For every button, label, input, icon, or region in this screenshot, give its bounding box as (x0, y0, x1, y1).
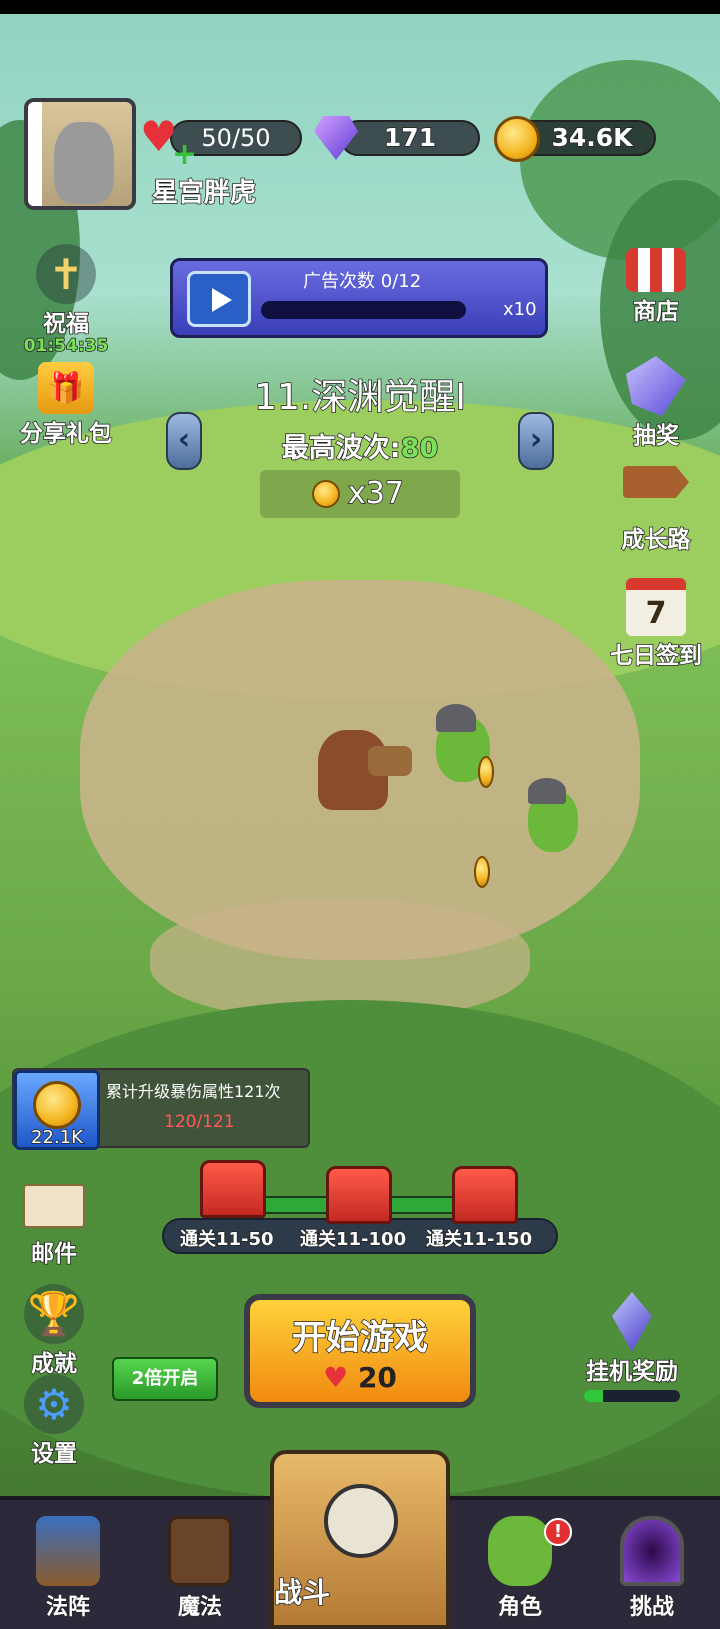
lottery-label: 抽奖 (632, 422, 680, 450)
settings-label: 设置 (30, 1440, 78, 1468)
mail-label: 邮件 (30, 1240, 78, 1268)
achievement-button[interactable]: 🏆 成就 (10, 1284, 98, 1378)
signpost-icon (623, 466, 689, 498)
best-wave: 最高波次:80 (240, 426, 480, 465)
nav-label: 法阵 (45, 1594, 91, 1621)
double-speed-button[interactable]: 2倍开启 (112, 1357, 218, 1401)
level-reward-amount: x37 (347, 475, 404, 512)
next-level-button[interactable]: › (518, 412, 554, 470)
best-wave-label: 最高波次: (281, 432, 401, 465)
crystal-icon (612, 1292, 652, 1352)
start-game-label: 开始游戏 (291, 1317, 429, 1359)
mail-icon (23, 1184, 85, 1228)
settings-button[interactable]: ⚙ 设置 (10, 1374, 98, 1468)
idle-reward-progress (584, 1390, 680, 1402)
cross-icon: ✝ (36, 244, 96, 304)
idle-reward-button[interactable]: 挂机奖励 (572, 1292, 692, 1402)
nav-label: 战斗 (273, 1575, 331, 1610)
gift-icon: 🎁 (38, 362, 94, 414)
mail-button[interactable]: 邮件 (10, 1184, 98, 1268)
portal-icon (620, 1516, 684, 1586)
quest-reward-icon: 22.1K (14, 1070, 100, 1150)
nav-challenge[interactable]: 挑战 (592, 1500, 712, 1629)
blessing-button[interactable]: ✝ 祝福 01:54:35 (22, 244, 110, 357)
spellbook-icon (168, 1516, 232, 1586)
hammer-icon (368, 746, 412, 776)
add-energy-button[interactable]: + (172, 140, 197, 170)
skull-icon (324, 1484, 398, 1558)
coin-drop (474, 856, 490, 888)
achievement-label: 成就 (30, 1350, 78, 1378)
quest-description: 累计升级暴伤属性121次 (106, 1082, 281, 1101)
quest-panel[interactable]: 22.1K 累计升级暴伤属性121次 120/121 (12, 1068, 310, 1150)
nav-label: 挑战 (629, 1594, 675, 1621)
quest-reward-amount: 22.1K (30, 1126, 83, 1149)
start-cost: 20 (357, 1361, 397, 1394)
tower-icon (36, 1516, 100, 1586)
nav-magic[interactable]: 魔法 (140, 1500, 260, 1629)
ad-multiplier: x10 (503, 299, 537, 320)
gem-display: 171 (340, 120, 480, 156)
coin-icon (494, 116, 540, 162)
quest-progress: 120/121 (164, 1112, 235, 1132)
shop-icon (626, 248, 686, 292)
chest-label: 通关11-150 (425, 1228, 533, 1251)
growth-road-label: 成长路 (621, 526, 692, 554)
level-reward: x37 (260, 470, 460, 518)
helmet-icon (436, 704, 476, 732)
share-gift-label: 分享礼包 (19, 420, 113, 448)
cat-portrait (54, 122, 114, 204)
player-avatar[interactable] (24, 98, 136, 210)
seven-day-signin-button[interactable]: 7 七日签到 (596, 578, 716, 670)
shop-button[interactable]: 商店 (612, 248, 700, 326)
share-gift-button[interactable]: 🎁 分享礼包 (10, 362, 122, 448)
gear-icon: ⚙ (24, 1374, 84, 1434)
ad-count-label: 广告次数 0/12 (303, 271, 422, 292)
idle-reward-label: 挂机奖励 (585, 1358, 679, 1386)
lottery-button[interactable]: 抽奖 (612, 356, 700, 450)
nav-battle[interactable]: 战斗 (270, 1450, 450, 1629)
coin-icon (312, 480, 340, 508)
heart-icon: ♥ (323, 1361, 349, 1394)
chest-icon[interactable] (452, 1166, 518, 1224)
chest-icon[interactable] (326, 1166, 392, 1224)
ad-progress-bar (261, 301, 466, 319)
play-video-icon[interactable] (187, 271, 251, 327)
player-name: 星宫胖虎 (151, 177, 257, 209)
growth-road-button[interactable]: 成长路 (606, 466, 706, 554)
notification-badge: ! (544, 1518, 572, 1546)
nav-formation[interactable]: 法阵 (8, 1500, 128, 1629)
nav-label: 角色 (497, 1594, 543, 1621)
trophy-icon: 🏆 (24, 1284, 84, 1344)
orc-icon (488, 1516, 552, 1586)
ad-reward-bar[interactable]: 广告次数 0/12 x10 (170, 258, 548, 338)
nav-label: 魔法 (177, 1594, 223, 1621)
status-bar (0, 0, 720, 14)
seven-day-signin-label: 七日签到 (609, 642, 703, 670)
level-title: 11.深渊觉醒I (253, 376, 466, 419)
chest-label: 通关11-100 (299, 1228, 407, 1251)
chest-icon[interactable] (200, 1160, 266, 1218)
blessing-timer: 01:54:35 (23, 335, 109, 357)
coin-drop (478, 756, 494, 788)
helmet-icon (528, 778, 566, 804)
shop-label: 商店 (632, 298, 680, 326)
start-game-button[interactable]: 开始游戏 ♥ 20 (244, 1294, 476, 1408)
best-wave-value: 80 (400, 432, 439, 465)
chest-label: 通关11-50 (179, 1228, 274, 1251)
prev-level-button[interactable]: ‹ (166, 412, 202, 470)
coin-icon (33, 1081, 81, 1129)
calendar-icon: 7 (626, 578, 686, 636)
crystal-icon (626, 356, 686, 416)
blessing-label: 祝福 (42, 310, 90, 338)
